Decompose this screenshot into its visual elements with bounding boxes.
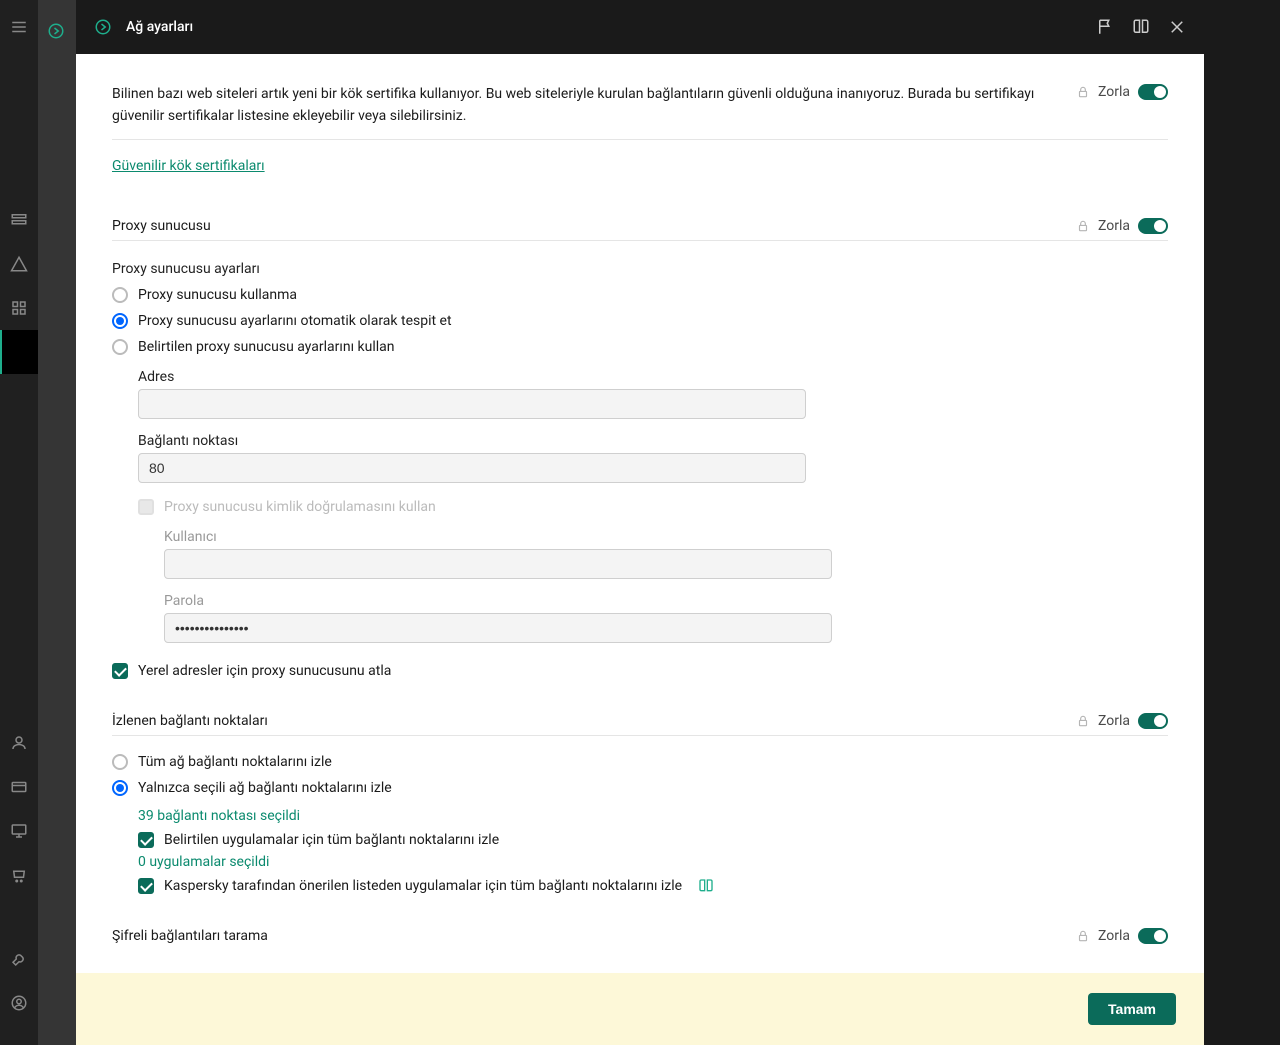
proxy-port-label: Bağlantı noktası xyxy=(138,433,1168,449)
proxy-pass-label: Parola xyxy=(164,593,1168,609)
close-icon[interactable] xyxy=(1168,18,1186,36)
panel-header: Ağ ayarları xyxy=(76,0,1204,54)
proxy-user-label: Kullanıcı xyxy=(164,529,1168,545)
proxy-toggle[interactable] xyxy=(1138,218,1168,234)
rail-user-icon[interactable] xyxy=(0,721,38,765)
ports-toggle[interactable] xyxy=(1138,713,1168,729)
lock-icon xyxy=(1076,85,1090,99)
proxy-port-input[interactable] xyxy=(138,453,806,483)
root-cert-toggle[interactable] xyxy=(1138,84,1168,100)
panel-footer: Tamam xyxy=(76,973,1204,1045)
monitor-apps-checkbox[interactable] xyxy=(138,832,154,848)
behind-column xyxy=(38,0,76,1045)
left-rail xyxy=(0,0,38,1045)
rail-item-1[interactable] xyxy=(0,198,38,242)
proxy-auth-checkbox[interactable] xyxy=(138,499,154,515)
lock-label: Zorla xyxy=(1098,713,1130,729)
rail-profile-icon[interactable] xyxy=(0,981,38,1025)
proxy-pass-input[interactable] xyxy=(164,613,832,643)
circle-arrow-icon xyxy=(47,22,65,40)
proxy-settings-label: Proxy sunucusu ayarları xyxy=(112,261,1168,277)
proxy-radio-manual-label: Belirtilen proxy sunucusu ayarlarını kul… xyxy=(138,339,395,355)
settings-panel: Ağ ayarları Bilinen bazı web siteleri ar… xyxy=(76,0,1204,1045)
ssl-toggle[interactable] xyxy=(1138,928,1168,944)
ports-radio-all-label: Tüm ağ bağlantı noktalarını izle xyxy=(138,754,332,770)
monitor-recommended-label: Kaspersky tarafından önerilen listeden u… xyxy=(164,878,682,894)
book-icon[interactable] xyxy=(1132,18,1150,36)
lock-icon xyxy=(1076,219,1090,233)
ports-selected-count-link[interactable]: 39 bağlantı noktası seçildi xyxy=(138,808,300,824)
bypass-local-label: Yerel adresler için proxy sunucusunu atl… xyxy=(138,663,391,679)
proxy-radio-none[interactable] xyxy=(112,287,128,303)
ok-button[interactable]: Tamam xyxy=(1088,993,1176,1025)
hamburger-icon[interactable] xyxy=(10,18,28,36)
root-cert-description: Bilinen bazı web siteleri artık yeni bir… xyxy=(112,84,1076,127)
proxy-radio-manual[interactable] xyxy=(112,339,128,355)
rail-card-icon[interactable] xyxy=(0,765,38,809)
ssl-section-title: Şifreli bağlantıları tarama xyxy=(112,928,1076,944)
trusted-root-certs-link[interactable]: Güvenilir kök sertifikaları xyxy=(112,158,265,174)
proxy-section-title: Proxy sunucusu xyxy=(112,218,1076,234)
proxy-auth-label: Proxy sunucusu kimlik doğrulamasını kull… xyxy=(164,499,436,515)
lock-label: Zorla xyxy=(1098,928,1130,944)
lock-icon xyxy=(1076,714,1090,728)
lock-label: Zorla xyxy=(1098,218,1130,234)
apps-count-link[interactable]: 0 uygulamalar seçildi xyxy=(138,854,269,870)
rail-monitor-icon[interactable] xyxy=(0,809,38,853)
help-book-icon[interactable] xyxy=(698,878,714,894)
header-circle-arrow-icon xyxy=(94,18,112,36)
ports-section-title: İzlenen bağlantı noktaları xyxy=(112,713,1076,729)
rail-item-2[interactable] xyxy=(0,242,38,286)
monitor-recommended-checkbox[interactable] xyxy=(138,878,154,894)
lock-label: Zorla xyxy=(1098,84,1130,100)
rail-item-active[interactable] xyxy=(0,330,38,374)
ports-radio-all[interactable] xyxy=(112,754,128,770)
proxy-address-label: Adres xyxy=(138,369,1168,385)
proxy-user-input[interactable] xyxy=(164,549,832,579)
proxy-radio-auto[interactable] xyxy=(112,313,128,329)
lock-icon xyxy=(1076,929,1090,943)
panel-title: Ağ ayarları xyxy=(126,19,193,35)
rail-cart-icon[interactable] xyxy=(0,853,38,897)
rail-item-3[interactable] xyxy=(0,286,38,330)
ports-radio-selected-label: Yalnızca seçili ağ bağlantı noktalarını … xyxy=(138,780,392,796)
proxy-radio-auto-label: Proxy sunucusu ayarlarını otomatik olara… xyxy=(138,313,452,329)
proxy-address-input[interactable] xyxy=(138,389,806,419)
panel-content: Bilinen bazı web siteleri artık yeni bir… xyxy=(76,54,1204,973)
ports-radio-selected[interactable] xyxy=(112,780,128,796)
flag-icon[interactable] xyxy=(1096,18,1114,36)
rail-wrench-icon[interactable] xyxy=(0,937,38,981)
proxy-radio-none-label: Proxy sunucusu kullanma xyxy=(138,287,297,303)
bypass-local-checkbox[interactable] xyxy=(112,663,128,679)
monitor-apps-label: Belirtilen uygulamalar için tüm bağlantı… xyxy=(164,832,499,848)
